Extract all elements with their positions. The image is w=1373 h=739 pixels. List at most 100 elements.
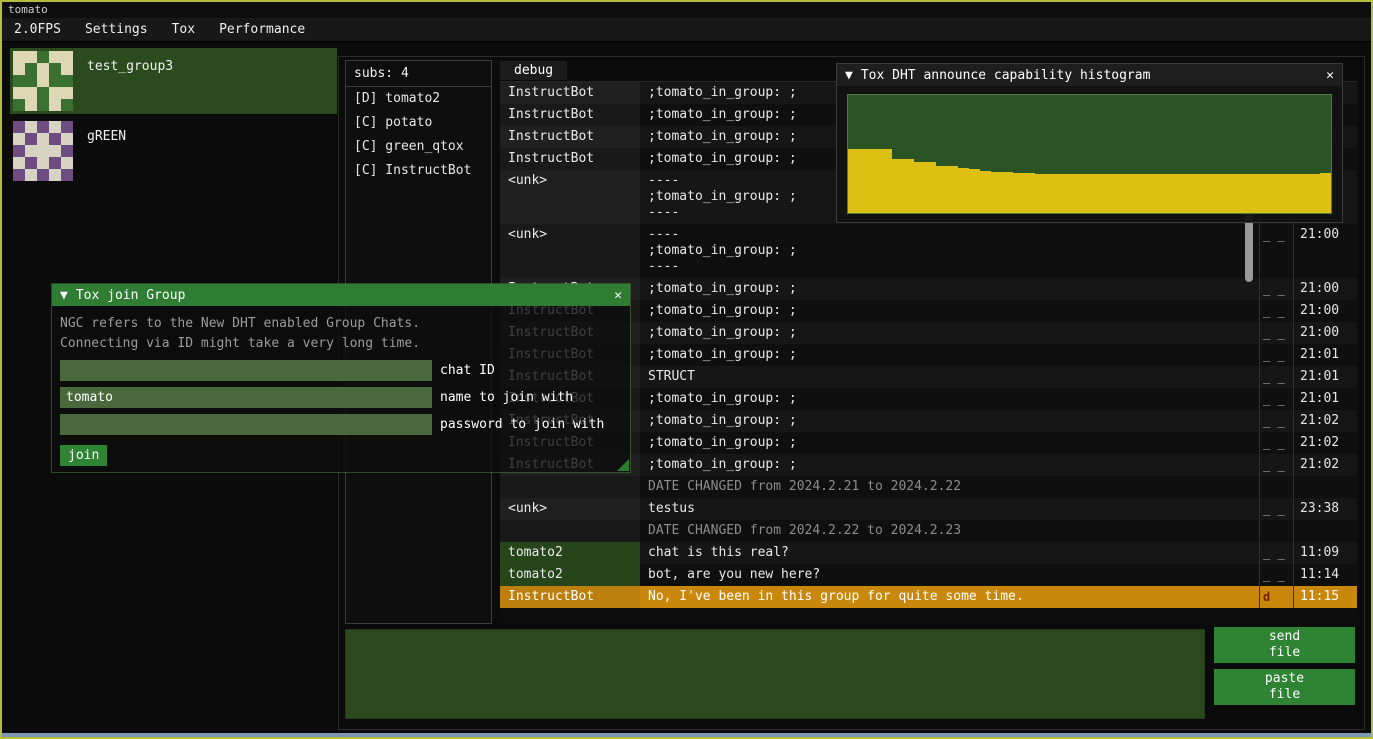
message-text: ;tomato_in_group: ; xyxy=(640,344,1259,366)
histogram-bar xyxy=(1079,174,1090,213)
message-flags: _ _ xyxy=(1259,432,1293,454)
avatar-pixel xyxy=(25,157,37,169)
join-window-title: Tox join Group xyxy=(76,288,186,303)
avatar-pixel xyxy=(49,75,61,87)
avatar-pixel xyxy=(49,157,61,169)
avatar-pixel xyxy=(61,51,73,63)
avatar-pixel xyxy=(25,121,37,133)
subs-list-item[interactable]: [C] potato xyxy=(346,111,491,135)
empty-name-cell xyxy=(500,520,640,542)
avatar-pixel xyxy=(13,63,25,75)
histogram-plot xyxy=(847,94,1332,214)
histogram-bar xyxy=(1046,174,1057,213)
close-icon[interactable]: ✕ xyxy=(614,288,622,303)
histogram-bar xyxy=(914,162,925,213)
join-info-line: Connecting via ID might take a very long… xyxy=(60,334,622,354)
collapse-icon[interactable]: ▼ xyxy=(845,68,853,83)
avatar-pixel xyxy=(61,63,73,75)
histogram-bar xyxy=(1002,172,1013,213)
message-flags: _ _ xyxy=(1259,224,1293,278)
histogram-bar xyxy=(1265,174,1276,213)
subs-list-item[interactable]: [C] green_qtox xyxy=(346,135,491,159)
message-text: ;tomato_in_group: ; xyxy=(640,432,1259,454)
message-input[interactable] xyxy=(345,629,1205,719)
histogram-bar xyxy=(925,162,936,213)
close-icon[interactable]: ✕ xyxy=(1326,68,1334,83)
sender-name: InstructBot xyxy=(500,104,640,126)
sender-name: tomato2 xyxy=(500,542,640,564)
message-time: 21:01 xyxy=(1293,366,1357,388)
date-divider: DATE CHANGED from 2024.2.21 to 2024.2.22 xyxy=(500,476,1357,498)
collapse-icon[interactable]: ▼ xyxy=(60,288,68,303)
group-avatar xyxy=(13,51,73,111)
date-changed-text: DATE CHANGED from 2024.2.22 to 2024.2.23 xyxy=(640,520,1259,542)
join-field-label: chat ID xyxy=(440,363,495,378)
message-text: bot, are you new here? xyxy=(640,564,1259,586)
avatar-pixel xyxy=(25,63,37,75)
menu-item-tox[interactable]: Tox xyxy=(160,19,207,40)
avatar-pixel xyxy=(13,169,25,181)
paste-file-button[interactable]: paste file xyxy=(1214,669,1355,705)
sidebar-group-test_group3[interactable]: test_group3 xyxy=(10,48,337,114)
subs-list: [D] tomato2[C] potato[C] green_qtox[C] I… xyxy=(346,87,491,183)
message-text: STRUCT xyxy=(640,366,1259,388)
group-sidebar: test_group3 gREEN xyxy=(10,48,337,188)
join-field-password-to-join-with[interactable] xyxy=(60,414,432,435)
menu-item-performance[interactable]: Performance xyxy=(207,19,317,40)
empty-name-cell xyxy=(500,476,640,498)
histogram-bar xyxy=(958,168,969,213)
histogram-bar xyxy=(903,159,914,213)
message-time: 11:09 xyxy=(1293,542,1357,564)
join-field-chat-ID[interactable] xyxy=(60,360,432,381)
message-text: No, I've been in this group for quite so… xyxy=(640,586,1259,608)
histogram-bar xyxy=(1232,174,1243,213)
message-flags: _ _ xyxy=(1259,344,1293,366)
message-flags: _ _ xyxy=(1259,366,1293,388)
histogram-bar xyxy=(1178,174,1189,213)
sidebar-group-gREEN[interactable]: gREEN xyxy=(10,118,337,184)
subs-list-item[interactable]: [D] tomato2 xyxy=(346,87,491,111)
avatar-pixel xyxy=(13,121,25,133)
message-time: 21:00 xyxy=(1293,300,1357,322)
join-button[interactable]: join xyxy=(60,445,107,466)
histogram-bar xyxy=(1298,174,1309,213)
histogram-bar xyxy=(1068,174,1079,213)
subs-list-item[interactable]: [C] InstructBot xyxy=(346,159,491,183)
message-text: testus xyxy=(640,498,1259,520)
message-row: tomato2chat is this real?_ _11:09 xyxy=(500,542,1357,564)
menu-item-settings[interactable]: Settings xyxy=(73,19,160,40)
join-field-row: name to join with xyxy=(60,387,622,408)
histogram-bar xyxy=(1145,174,1156,213)
join-window-body: NGC refers to the New DHT enabled Group … xyxy=(52,306,630,472)
join-field-label: name to join with xyxy=(440,390,573,405)
sender-name: <unk> xyxy=(500,170,640,224)
histogram-bar xyxy=(1134,174,1145,213)
tab-debug[interactable]: debug xyxy=(500,61,567,80)
send-file-button[interactable]: send file xyxy=(1214,627,1355,663)
join-info-line: NGC refers to the New DHT enabled Group … xyxy=(60,314,622,334)
group-name: test_group3 xyxy=(87,59,173,74)
avatar-pixel xyxy=(13,51,25,63)
message-time: 21:02 xyxy=(1293,432,1357,454)
date-changed-text: DATE CHANGED from 2024.2.21 to 2024.2.22 xyxy=(640,476,1259,498)
histogram-bar xyxy=(870,149,881,213)
group-avatar xyxy=(13,121,73,181)
message-text: chat is this real? xyxy=(640,542,1259,564)
histogram-bar xyxy=(1189,174,1200,213)
histogram-bar xyxy=(969,169,980,213)
histogram-bar xyxy=(1024,173,1035,213)
avatar-pixel xyxy=(49,99,61,111)
message-time: 21:00 xyxy=(1293,224,1357,278)
menu-bar: 2.0FPSSettingsToxPerformance xyxy=(2,18,1371,42)
sender-name: <unk> xyxy=(500,224,640,278)
message-flags: _ _ xyxy=(1259,454,1293,476)
avatar-pixel xyxy=(37,87,49,99)
avatar-pixel xyxy=(37,75,49,87)
group-name: gREEN xyxy=(87,129,126,144)
sender-name: <unk> xyxy=(500,498,640,520)
resize-grip-icon[interactable] xyxy=(617,459,629,471)
join-field-name-to-join-with[interactable] xyxy=(60,387,432,408)
join-group-window: ▼ Tox join Group ✕ NGC refers to the New… xyxy=(52,284,630,472)
message-row: <unk>testus_ _23:38 xyxy=(500,498,1357,520)
subs-header: subs: 4 xyxy=(346,61,491,87)
